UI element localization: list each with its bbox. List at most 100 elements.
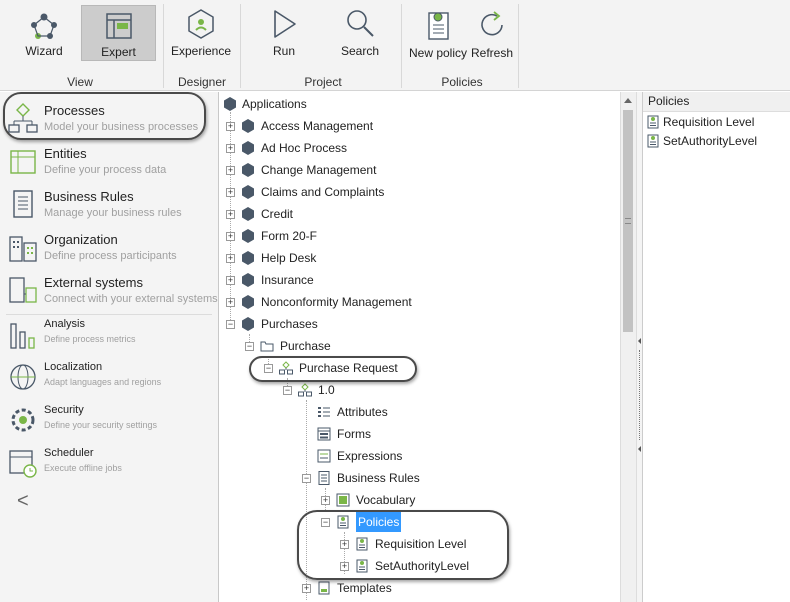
scroll-up-arrow[interactable] [624, 98, 632, 103]
group-label-project: Project [304, 75, 342, 89]
sidebar-item-title: External systems [44, 275, 143, 290]
hexagon-icon [242, 119, 254, 133]
expand-icon[interactable]: + [226, 166, 235, 175]
expand-icon[interactable]: + [226, 232, 235, 241]
new-policy-icon [428, 12, 449, 40]
experience-label: Experience [170, 44, 232, 58]
group-label-policies: Policies [441, 75, 483, 89]
expand-icon[interactable]: + [340, 562, 349, 571]
refresh-icon [481, 11, 503, 36]
security-gear-icon [11, 408, 35, 432]
tree-vertical-scrollbar[interactable] [620, 92, 636, 602]
sidebar-item-title: Organization [44, 232, 118, 247]
expand-icon[interactable]: + [321, 496, 330, 505]
splitter-arrow-icon [638, 446, 641, 452]
wizard-label: Wizard [25, 44, 63, 58]
collapse-icon[interactable]: − [302, 474, 311, 483]
splitter-arrow-icon [638, 338, 641, 344]
collapse-icon[interactable]: − [264, 364, 273, 373]
expand-icon[interactable]: + [340, 540, 349, 549]
sidebar-item-subtitle: Define process metrics [44, 334, 136, 344]
sidebar-item-localization[interactable]: Localization Adapt languages and regions [0, 359, 219, 399]
project-tree: Applications + Access Management + Ad Hoc P… [221, 92, 620, 602]
play-icon [274, 10, 296, 38]
hexagon-icon [242, 317, 254, 331]
sidebar-item-subtitle: Connect with your external systems [44, 293, 218, 305]
collapse-icon[interactable]: − [245, 342, 254, 351]
new-policy-button[interactable]: New policy [406, 4, 470, 64]
tree-node-label: Attributes [337, 405, 388, 419]
tree-node-label: Requisition Level [375, 537, 467, 551]
expert-button[interactable]: Expert [81, 5, 156, 61]
experience-button[interactable]: Experience [170, 4, 232, 60]
hexagon-icon [242, 163, 254, 177]
sidebar-item-business-rules[interactable]: Business Rules Manage your business rule… [0, 186, 219, 226]
collapse-icon[interactable]: − [321, 518, 330, 527]
hexagon-icon [242, 251, 254, 265]
sidebar-item-subtitle: Model your business processes [44, 121, 199, 133]
expand-icon[interactable]: + [226, 122, 235, 131]
tree-node-label: Change Management [261, 163, 377, 177]
expand-icon[interactable]: + [226, 210, 235, 219]
hexagon-icon [242, 141, 254, 155]
sidebar-item-security[interactable]: Security Define your security settings [0, 402, 219, 442]
sidebar-item-entities[interactable]: Entities Define your process data [0, 143, 219, 183]
sidebar-item-analysis[interactable]: Analysis Define process metrics [0, 316, 219, 356]
sidebar-item-processes[interactable]: Processes Model your business processes [0, 100, 219, 140]
sidebar-item-subtitle: Define process participants [44, 250, 177, 262]
sidebar-item-title: Processes [44, 103, 105, 118]
sidebar-item-title: Localization [44, 361, 103, 373]
module-sidebar: Processes Model your business processes … [0, 92, 219, 602]
expand-icon[interactable]: + [226, 188, 235, 197]
collapse-icon[interactable]: − [226, 320, 235, 329]
ribbon-separator [163, 4, 164, 88]
sidebar-divider [6, 314, 212, 315]
policy-icon [356, 537, 368, 551]
policies-panel: Policies Requisition Level SetAuthorityL… [642, 92, 790, 602]
tree-node-label: Form 20-F [261, 229, 318, 243]
sidebar-item-organization[interactable]: Organization Define process participants [0, 229, 219, 269]
expand-icon[interactable]: + [226, 298, 235, 307]
attributes-icon [318, 407, 330, 417]
run-button[interactable]: Run [258, 4, 310, 60]
sidebar-item-scheduler[interactable]: Scheduler Execute offline jobs [0, 445, 219, 485]
policy-list-item[interactable]: SetAuthorityLevel [645, 132, 757, 150]
ribbon-toolbar: Wizard Expert View Experience Designer R… [0, 0, 790, 91]
policy-item-label: SetAuthorityLevel [663, 134, 758, 148]
splitter-grip [639, 350, 640, 440]
tree-node-label: Purchase [280, 339, 331, 353]
ribbon-separator [240, 4, 241, 88]
expand-icon[interactable]: + [226, 276, 235, 285]
collapse-icon[interactable]: − [283, 386, 292, 395]
sidebar-item-title: Analysis [44, 318, 85, 330]
sidebar-item-subtitle: Define your security settings [44, 420, 158, 430]
sidebar-item-external-systems[interactable]: External systems Connect with your exter… [0, 272, 219, 312]
tree-node-label: Insurance [261, 273, 314, 287]
refresh-button[interactable]: Refresh [470, 4, 514, 64]
expand-icon[interactable]: + [302, 584, 311, 593]
globe-icon [10, 364, 36, 390]
policy-list-item[interactable]: Requisition Level [645, 113, 754, 131]
hexagon-icon [224, 97, 236, 111]
tree-node-label: Credit [261, 207, 294, 221]
wizard-icon [31, 13, 57, 39]
expand-icon[interactable]: + [226, 144, 235, 153]
tree-node-label: Nonconformity Management [261, 295, 412, 309]
process-icon [279, 361, 293, 375]
tree-node-label: Forms [337, 427, 371, 441]
search-label: Search [340, 44, 380, 58]
expand-icon[interactable]: + [226, 254, 235, 263]
sidebar-item-subtitle: Manage your business rules [44, 207, 182, 219]
expert-icon [105, 13, 132, 39]
forms-icon [317, 427, 331, 441]
policy-icon [337, 515, 349, 529]
sidebar-item-title: Entities [44, 146, 87, 161]
hexagon-icon [242, 229, 254, 243]
collapse-sidebar-button[interactable]: < [17, 490, 29, 513]
wizard-button[interactable]: Wizard [14, 4, 74, 60]
new-policy-label: New policy [408, 46, 468, 60]
tree-node-label: Policies [356, 512, 402, 532]
search-button[interactable]: Search [332, 4, 388, 60]
tree-node-label: Vocabulary [356, 493, 416, 507]
tree-node-label: Purchases [261, 317, 318, 331]
